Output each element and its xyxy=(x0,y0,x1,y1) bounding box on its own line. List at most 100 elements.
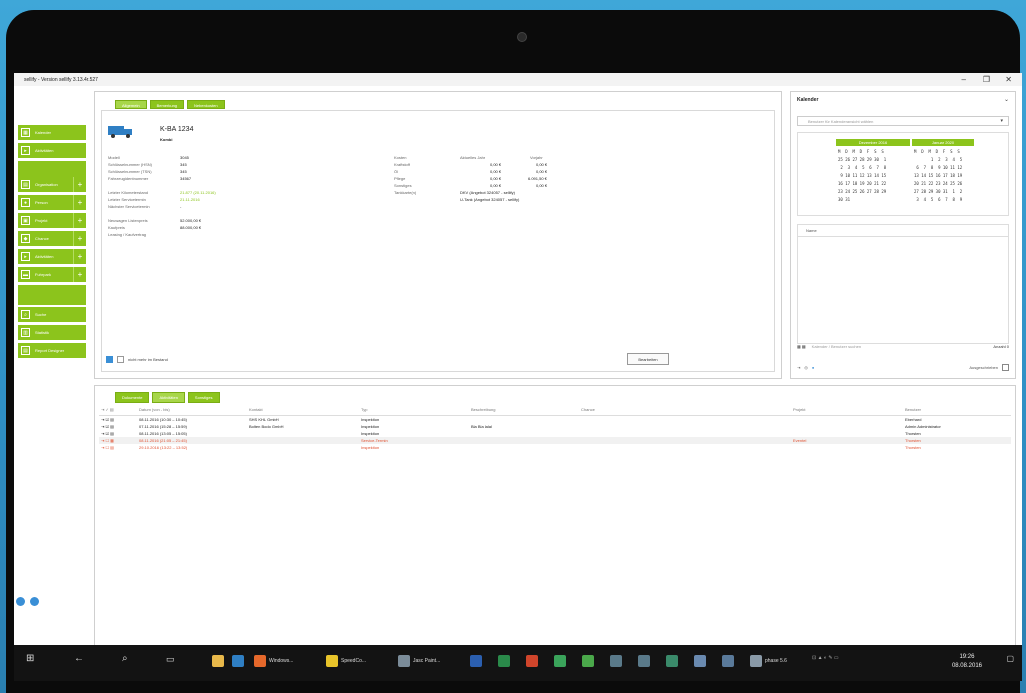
info-icon[interactable] xyxy=(30,597,39,606)
app-icon[interactable] xyxy=(638,655,650,667)
sidebar-item-fuhrpark[interactable]: ▬ Fuhrpark + xyxy=(18,267,86,282)
sidebar-item-suche[interactable]: ⌕ Suche xyxy=(18,307,86,322)
tab-dokumente[interactable]: Dokumente xyxy=(115,392,150,403)
minimize-icon[interactable]: – xyxy=(962,75,966,84)
word-icon[interactable] xyxy=(470,655,482,667)
sidebar-item-label: Report Designer xyxy=(35,348,65,353)
sidebar-item-statistik[interactable]: ▥ Statistik xyxy=(18,325,86,340)
body-type: Kombi xyxy=(160,137,173,142)
sidebar-item-person[interactable]: ● Person + xyxy=(18,195,86,210)
add-icon[interactable]: + xyxy=(73,249,86,264)
table-row[interactable]: ⇥ ☑ ▤ 08.11.2016 (13:05 – 15:05) Inspekt… xyxy=(99,430,1011,437)
table-row[interactable]: ⇥ ☐ ▦ 08.11.2016 (21:05 – 21:45) Service… xyxy=(99,437,1011,444)
sidebar-item-projekt[interactable]: ▣ Projekt + xyxy=(18,213,86,228)
row-user: Thorsten xyxy=(905,445,921,450)
costs-header: Kosten xyxy=(394,155,407,160)
not-in-stock-checkbox[interactable] xyxy=(117,356,124,363)
taskbar-app-label: Jasc Paint... xyxy=(413,658,441,664)
app-icon[interactable] xyxy=(722,655,734,667)
powerpoint-icon[interactable] xyxy=(526,655,538,667)
table-row[interactable]: ⇥ ☑ ▤ 08.11.2016 (10:30 – 10:45) SHS KHL… xyxy=(99,416,1011,423)
calendar-search-row: ▦ ▦ Kalender / Benutzer suchen Anzahl 0 xyxy=(797,344,1009,349)
column-header[interactable]: Kontakt xyxy=(249,407,263,412)
calendar-user-select[interactable]: Benutzer für Kalenderansicht wählen ▾ xyxy=(797,116,1009,126)
add-icon[interactable]: + xyxy=(73,195,86,210)
ausgeschrieben-checkbox[interactable] xyxy=(1002,364,1009,371)
taskbar-app-speedco[interactable]: SpeedCo... xyxy=(326,655,366,667)
row-type: Inspektion xyxy=(361,417,380,422)
excel-icon[interactable] xyxy=(498,655,510,667)
globe-icon[interactable]: ● xyxy=(812,365,814,370)
calendar-month-header[interactable]: Dezember 2016 xyxy=(836,139,910,146)
app-icon[interactable] xyxy=(610,655,622,667)
sidebar-item-aktivitaeten-2[interactable]: ▸ Aktivitäten + xyxy=(18,249,86,264)
app-icon[interactable] xyxy=(554,655,566,667)
add-icon[interactable]: + xyxy=(73,177,86,192)
sidebar-item-chance[interactable]: ◆ Chance + xyxy=(18,231,86,246)
column-header[interactable]: Benutzer xyxy=(905,407,921,412)
grid-icon[interactable]: ▦ ▦ xyxy=(797,344,806,349)
name-column-header[interactable]: Name xyxy=(798,225,1008,237)
close-icon[interactable]: ✕ xyxy=(1005,75,1012,84)
add-icon[interactable]: + xyxy=(73,231,86,246)
column-header[interactable]: Datum (von - bis) xyxy=(139,407,170,412)
row-type: Inspektion xyxy=(361,424,380,429)
search-icon[interactable]: ⌕ xyxy=(122,653,128,664)
calendar-icon: ▦ xyxy=(21,128,30,137)
tab-bemerkung[interactable]: Bemerkung xyxy=(149,100,185,109)
field-label: Letzter Servicetermin xyxy=(108,197,146,202)
taskbar-app-windows[interactable]: Windows... xyxy=(254,655,293,667)
help-icon[interactable] xyxy=(16,597,25,606)
add-icon[interactable]: + xyxy=(73,267,86,282)
sidebar-item-report-designer[interactable]: ▤ Report Designer xyxy=(18,343,86,358)
sidebar-item-kalender[interactable]: ▦ Kalender xyxy=(18,125,86,140)
tab-aktivitaeten[interactable]: Aktivitäten xyxy=(152,392,185,403)
edit-button[interactable]: Bearbeiten xyxy=(627,353,669,365)
app-icon-glyph xyxy=(610,655,622,667)
calendar-grid[interactable]: M D M D F S S 25 26 27 28 29 30 1 2 3 4 … xyxy=(838,148,886,204)
row-type: Service-Termin xyxy=(361,438,388,443)
tray-icons[interactable]: ⊡ ▲ ◐ ✎ ▭ xyxy=(812,655,839,661)
notification-icon[interactable]: ▢ xyxy=(1006,654,1014,663)
column-icons: ⇥ ✓ ▤ xyxy=(101,407,114,412)
chevron-down-icon[interactable]: ⌄ xyxy=(1004,96,1009,103)
field-value: 345 xyxy=(180,169,187,174)
column-header[interactable]: Chance xyxy=(581,407,595,412)
calendar-footer: ⇥ ◎ ● Ausgeschrieben xyxy=(797,364,1009,371)
chance-icon: ◆ xyxy=(21,234,30,243)
sidebar-item-organisation[interactable]: ▤ Organisation + xyxy=(18,177,86,192)
edge-icon[interactable] xyxy=(232,655,244,667)
app-icon[interactable] xyxy=(666,655,678,667)
tab-sonstiges[interactable]: Sonstiges xyxy=(187,392,220,403)
sidebar-item-label: Chance xyxy=(35,236,49,241)
arrow-icon[interactable]: ⇥ xyxy=(797,365,800,370)
windows-start-icon[interactable]: ⊞ xyxy=(26,653,34,664)
add-icon[interactable]: + xyxy=(73,213,86,228)
refresh-icon[interactable]: ◎ xyxy=(804,365,808,370)
list-icon[interactable] xyxy=(106,356,113,363)
calendar-user-search[interactable]: Kalender / Benutzer suchen xyxy=(812,344,861,349)
app-icon[interactable] xyxy=(694,655,706,667)
column-header[interactable]: Projekt xyxy=(793,407,805,412)
maximize-icon[interactable]: ❐ xyxy=(983,75,990,84)
sidebar-spacer xyxy=(18,285,86,305)
sidebar-item-label: Projekt xyxy=(35,218,48,223)
task-view-icon[interactable]: ▭ xyxy=(166,654,175,665)
sidebar-item-aktivitaeten[interactable]: ▸ Aktivitäten xyxy=(18,143,86,158)
taskbar-clock[interactable]: 19:26 08.08.2016 xyxy=(952,653,982,671)
table-row[interactable]: ⇥ ☑ ▤ 07.11.2016 (15:28 – 15:59) Bolten … xyxy=(99,423,1011,430)
taskbar-app-phase[interactable]: phase 5.6 xyxy=(750,655,787,667)
row-contact: Bolten Bodo GmbH xyxy=(249,424,284,429)
table-row[interactable]: ⇥ ☐ ▤ 29.10.2016 (13:22 – 13:52) Inspekt… xyxy=(99,444,1011,451)
tab-nebenkosten[interactable]: Nebenkosten xyxy=(187,100,225,109)
column-header[interactable]: Beschreibung xyxy=(471,407,495,412)
building-icon: ▤ xyxy=(21,180,30,189)
taskbar-app-jasc[interactable]: Jasc Paint... xyxy=(398,655,440,667)
app-icon[interactable] xyxy=(582,655,594,667)
calendar-grid[interactable]: M D M D F S S 1 2 3 4 5 6 7 8 9 10 11 12… xyxy=(914,148,962,204)
folder-icon[interactable] xyxy=(212,655,224,667)
calendar-month-header[interactable]: Januar 2020 xyxy=(912,139,974,146)
tab-allgemein[interactable]: Allgemein xyxy=(115,100,147,109)
back-icon[interactable]: ← xyxy=(74,653,84,664)
column-header[interactable]: Typ xyxy=(361,407,367,412)
